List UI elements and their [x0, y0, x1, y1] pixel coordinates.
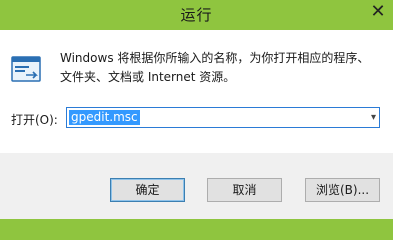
close-icon[interactable]: ✕	[365, 0, 391, 24]
window-title: 运行	[180, 6, 213, 24]
chevron-down-icon[interactable]: ▾	[371, 109, 376, 126]
run-program-icon	[11, 56, 41, 82]
browse-button[interactable]: 浏览(B)...	[305, 178, 380, 202]
description-line-2: 文件夹、文档或 Internet 资源。	[60, 70, 236, 84]
description-line-1: Windows 将根据你所输入的名称，为你打开相应的程序、	[60, 51, 370, 65]
title-bar: 运行 ✕	[0, 0, 393, 30]
ok-button[interactable]: 确定	[110, 178, 185, 202]
open-input-value[interactable]: gpedit.msc	[69, 110, 140, 125]
window-border	[0, 219, 393, 222]
content-panel: Windows 将根据你所输入的名称，为你打开相应的程序、 文件夹、文档或 In…	[0, 30, 393, 153]
description-text: Windows 将根据你所输入的名称，为你打开相应的程序、 文件夹、文档或 In…	[60, 49, 390, 87]
open-combobox[interactable]: gpedit.msc ▾	[66, 107, 380, 128]
open-label: 打开(O):	[11, 113, 58, 127]
cancel-button[interactable]: 取消	[207, 178, 282, 202]
dialog-body: Windows 将根据你所输入的名称，为你打开相应的程序、 文件夹、文档或 In…	[0, 30, 393, 222]
